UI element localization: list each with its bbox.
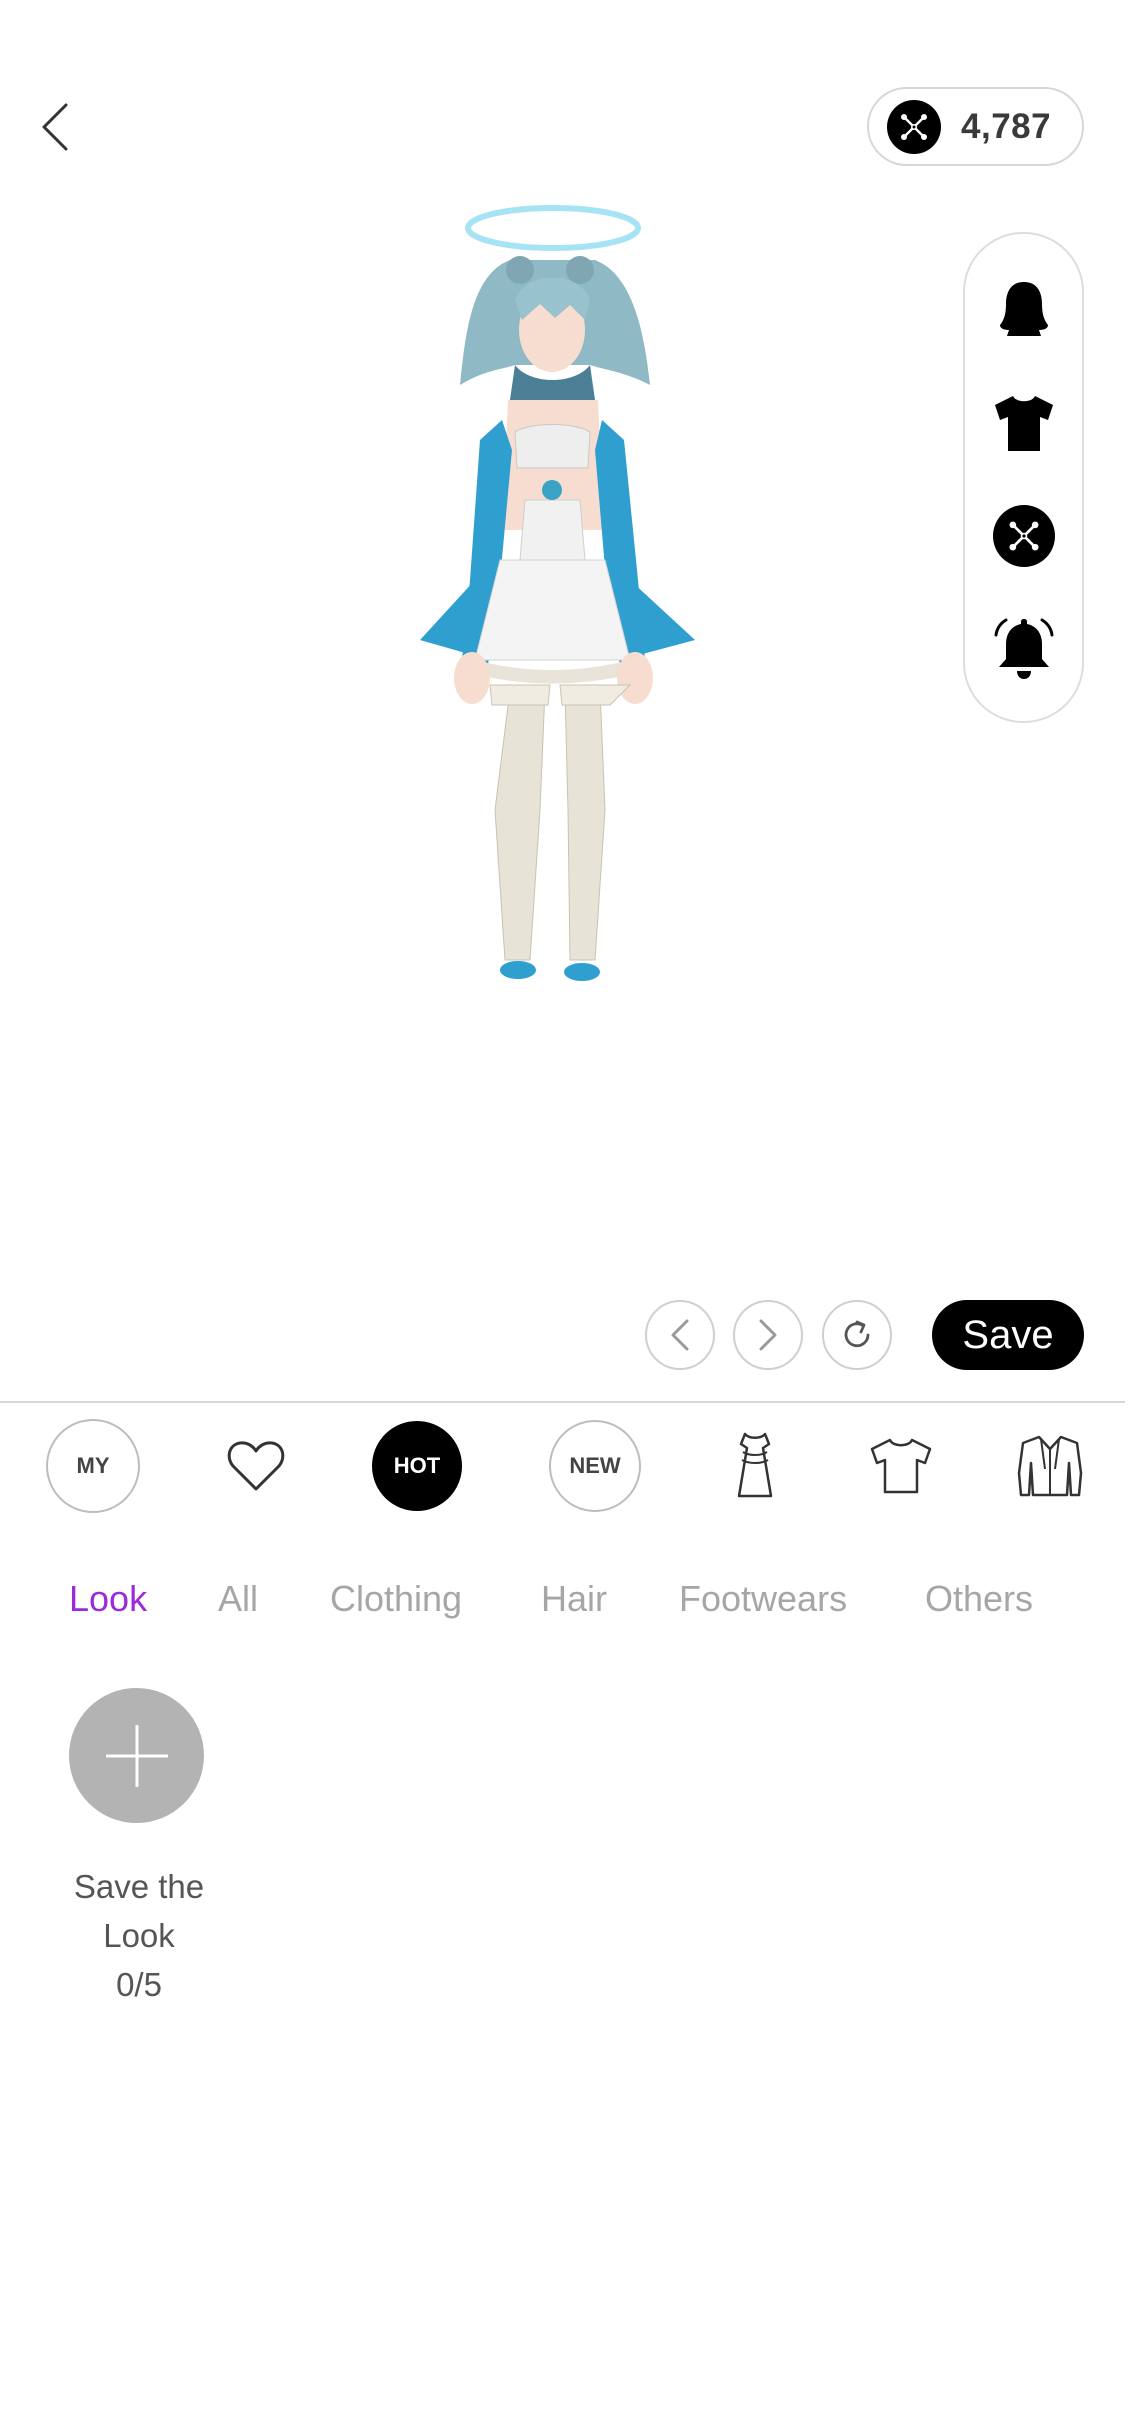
chevron-left-icon — [42, 103, 68, 151]
tab-others[interactable]: Others — [925, 1578, 1033, 1620]
tab-all[interactable]: All — [218, 1578, 258, 1620]
cross-coin-icon — [992, 505, 1055, 567]
undo-previous-button[interactable] — [645, 1300, 715, 1370]
cross-coin-icon — [887, 99, 941, 154]
tab-look[interactable]: Look — [69, 1578, 147, 1620]
currency-value: 4,787 — [961, 106, 1052, 146]
save-button[interactable]: Save — [932, 1300, 1084, 1370]
heart-outline-icon — [227, 1441, 285, 1491]
category-favorites[interactable] — [211, 1421, 301, 1511]
save-look-line2: Look — [103, 1917, 175, 1954]
tab-footwears[interactable]: Footwears — [679, 1578, 847, 1620]
category-dress[interactable] — [710, 1421, 800, 1511]
refresh-icon — [844, 1320, 870, 1348]
tab-clothing[interactable]: Clothing — [330, 1578, 462, 1620]
bell-icon — [994, 618, 1053, 679]
save-look-line1: Save the — [73, 1868, 205, 1905]
currency-balance[interactable]: 4,787 — [867, 87, 1084, 166]
divider — [0, 1401, 1125, 1403]
category-outerwear[interactable] — [1005, 1421, 1095, 1511]
tshirt-filled-icon — [994, 396, 1053, 451]
chevron-right-icon — [759, 1319, 777, 1351]
save-look-count: 0/5 — [116, 1966, 162, 2003]
category-new[interactable]: NEW — [549, 1420, 641, 1512]
hair-silhouette-icon — [999, 282, 1048, 336]
category-tops[interactable] — [856, 1421, 946, 1511]
category-my[interactable]: MY — [46, 1419, 140, 1513]
side-item-clothing[interactable] — [965, 378, 1082, 468]
category-hot[interactable]: HOT — [372, 1421, 462, 1511]
reset-button[interactable] — [822, 1300, 892, 1370]
redo-next-button[interactable] — [733, 1300, 803, 1370]
coat-icon — [1017, 1435, 1083, 1497]
tab-hair[interactable]: Hair — [541, 1578, 607, 1620]
save-look-button[interactable] — [69, 1688, 204, 1823]
side-item-notifications[interactable] — [965, 604, 1082, 694]
chevron-left-icon — [671, 1319, 689, 1351]
dress-icon — [737, 1432, 773, 1498]
side-tool-panel — [963, 232, 1084, 723]
character-avatar — [420, 205, 695, 981]
back-button[interactable] — [30, 95, 80, 159]
tshirt-outline-icon — [870, 1438, 932, 1494]
side-item-hair[interactable] — [965, 264, 1082, 354]
plus-icon — [105, 1724, 168, 1787]
save-look-label: Save the Look 0/5 — [39, 1862, 239, 2009]
side-item-currency[interactable] — [965, 491, 1082, 581]
